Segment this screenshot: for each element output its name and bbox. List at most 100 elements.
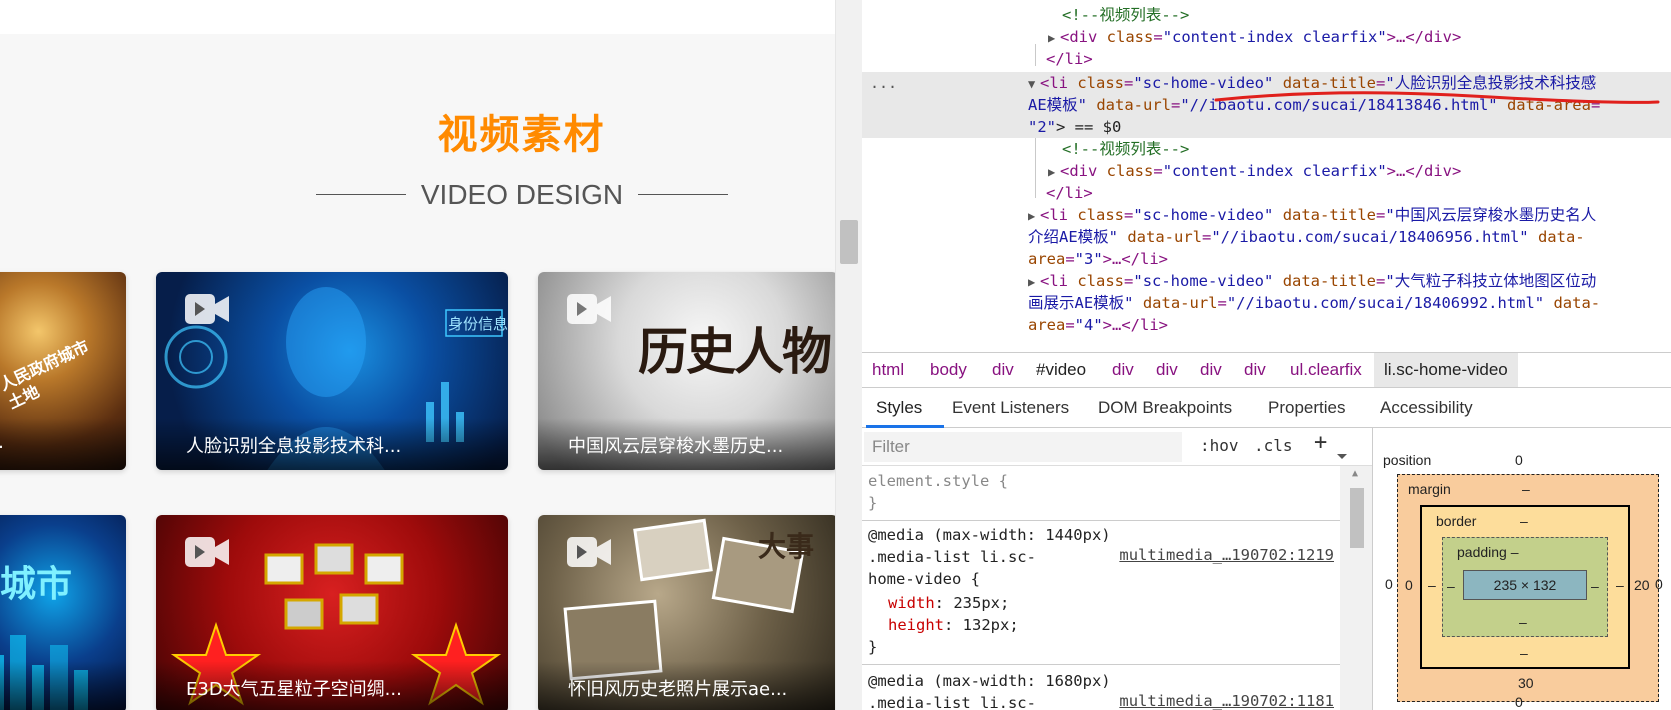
- media-query: @media (max-width: 1680px): [868, 672, 1111, 690]
- video-caption: …: [0, 418, 126, 470]
- video-caption: 中国风云层穿梭水墨历史...: [538, 418, 835, 470]
- breadcrumb-item[interactable]: div: [992, 360, 1014, 380]
- video-play-icon: [185, 537, 229, 567]
- position-bottom-value[interactable]: 0: [1515, 694, 1523, 710]
- margin-right-value[interactable]: 20: [1634, 577, 1650, 593]
- expand-triangle-icon[interactable]: ▶: [1048, 161, 1060, 183]
- page-scrollbar[interactable]: [835, 0, 862, 710]
- video-caption: E3D大气五星粒子空间绸...: [156, 661, 508, 710]
- video-card[interactable]: 城市: [0, 515, 126, 710]
- dom-node-close[interactable]: </li>: [862, 182, 1671, 204]
- position-left-value[interactable]: 0: [1385, 576, 1393, 592]
- video-card[interactable]: 历史人物 中国风云层穿梭水墨历史...: [538, 272, 835, 470]
- border-label: border: [1436, 513, 1477, 529]
- padding-left-value[interactable]: –: [1447, 578, 1455, 594]
- dom-node-li[interactable]: ▶ <li class="sc-home-video" data-title="中…: [862, 204, 1671, 226]
- expand-triangle-icon[interactable]: ▶: [1028, 205, 1040, 227]
- hov-toggle-button[interactable]: :hov: [1200, 436, 1239, 455]
- dom-node-div[interactable]: ▶ <div class="content-index clearfix">…</…: [862, 26, 1671, 48]
- position-right-value[interactable]: 0: [1655, 576, 1663, 592]
- element-style-rule[interactable]: element.style {: [868, 470, 1008, 492]
- content-box[interactable]: 235 × 132: [1463, 570, 1587, 600]
- video-play-icon: [185, 294, 229, 324]
- rule-source-link[interactable]: multimedia_…190702:1219: [1119, 546, 1334, 564]
- position-top-value[interactable]: 0: [1515, 452, 1523, 468]
- section-title: 视频素材: [437, 112, 606, 158]
- rule-separator: [862, 520, 1340, 521]
- css-property-height[interactable]: height: 132px;: [888, 614, 1019, 636]
- breadcrumb-item[interactable]: body: [930, 360, 967, 380]
- breadcrumb-item[interactable]: div: [1112, 360, 1134, 380]
- tab-event-listeners[interactable]: Event Listeners: [952, 398, 1069, 418]
- styles-scrollbar-thumb[interactable]: [1350, 488, 1364, 548]
- tab-properties[interactable]: Properties: [1268, 398, 1345, 418]
- padding-bottom-value[interactable]: –: [1519, 614, 1527, 630]
- video-card[interactable]: E3D大气五星粒子空间绸...: [156, 515, 508, 710]
- margin-left-value[interactable]: 0: [1405, 577, 1413, 593]
- rule-selector[interactable]: home-video {: [868, 568, 980, 590]
- video-caption: 怀旧风历史老照片展示ae...: [538, 661, 835, 710]
- dom-node-li-end[interactable]: area="3">…</li>: [862, 248, 1671, 270]
- scroll-up-arrow-icon[interactable]: ▲: [1352, 468, 1358, 479]
- video-caption: [0, 661, 126, 710]
- video-card[interactable]: 人民政府城市土地 …: [0, 272, 126, 470]
- margin-top-value[interactable]: –: [1522, 481, 1530, 497]
- rule-source-link[interactable]: multimedia_…190702:1181: [1119, 692, 1334, 710]
- dom-node-comment[interactable]: <!--视频列表-->: [862, 138, 1671, 160]
- thumbnail-art-text: 大事: [758, 530, 815, 563]
- video-card[interactable]: 身份信息 人脸识别全息投影技术科...: [156, 272, 508, 470]
- breadcrumb-item[interactable]: div: [1244, 360, 1266, 380]
- padding-box[interactable]: padding – – – – 235 × 132: [1442, 537, 1608, 637]
- breadcrumb-item[interactable]: ul.clearfix: [1290, 360, 1362, 380]
- collapse-triangle-icon[interactable]: ▼: [1028, 73, 1040, 95]
- breadcrumb-item[interactable]: #video: [1036, 360, 1086, 380]
- page-scrollbar-thumb[interactable]: [840, 220, 858, 264]
- dom-node-li-end[interactable]: area="4">…</li>: [862, 314, 1671, 336]
- padding-right-value[interactable]: –: [1591, 578, 1599, 594]
- dom-node-li-cont[interactable]: 画展示AE模板" data-url="//ibaotu.com/sucai/18…: [862, 292, 1671, 314]
- position-label: position: [1383, 452, 1432, 468]
- border-box[interactable]: border – – – – padding – – – – 235 × 132: [1420, 505, 1630, 669]
- css-property-width[interactable]: width: 235px;: [888, 592, 1009, 614]
- devtools-panel: <!--视频列表--> ▶ <div class="content-index c…: [862, 0, 1671, 710]
- styles-filter-input[interactable]: [864, 432, 1182, 462]
- expand-triangle-icon[interactable]: ▶: [1028, 271, 1040, 293]
- thumbnail-art-text: 身份信息: [448, 315, 508, 333]
- annotation-red-line: [1214, 91, 1660, 104]
- video-card[interactable]: 大事 怀旧风历史老照片展示ae...: [538, 515, 835, 710]
- new-rule-menu-icon[interactable]: [1337, 454, 1347, 459]
- rule-selector[interactable]: .media-list li.sc-: [868, 692, 1036, 710]
- dom-node-comment[interactable]: <!--视频列表-->: [862, 4, 1671, 26]
- cls-toggle-button[interactable]: .cls: [1254, 436, 1293, 455]
- more-options-icon[interactable]: ...: [870, 72, 897, 94]
- box-model-diagram: position 0 margin – 0 20 30 border – – –…: [1372, 428, 1671, 710]
- margin-label: margin: [1408, 481, 1451, 497]
- tab-accessibility[interactable]: Accessibility: [1380, 398, 1473, 418]
- styles-scrollbar[interactable]: ▲: [1340, 466, 1372, 710]
- subtitle-line-right: [638, 194, 728, 195]
- dom-node-div[interactable]: ▶ <div class="content-index clearfix">…</…: [862, 160, 1671, 182]
- border-top-value[interactable]: –: [1520, 513, 1528, 529]
- dom-node-close[interactable]: </li>: [862, 48, 1671, 70]
- breadcrumb-item[interactable]: div: [1200, 360, 1222, 380]
- tab-styles[interactable]: Styles: [876, 398, 922, 418]
- padding-label: padding –: [1457, 544, 1519, 560]
- rule-close: }: [868, 494, 878, 512]
- margin-bottom-value[interactable]: 30: [1518, 675, 1534, 691]
- breadcrumb-item[interactable]: div: [1156, 360, 1178, 380]
- video-play-icon: [567, 294, 611, 324]
- rule-selector[interactable]: .media-list li.sc-: [868, 546, 1036, 568]
- expand-triangle-icon[interactable]: ▶: [1048, 27, 1060, 49]
- border-right-value[interactable]: –: [1616, 577, 1624, 593]
- dom-node-selected-li-end[interactable]: "2"> == $0: [862, 116, 1671, 138]
- dom-node-li[interactable]: ▶ <li class="sc-home-video" data-title="大…: [862, 270, 1671, 292]
- new-rule-button[interactable]: +: [1314, 430, 1327, 455]
- border-bottom-value[interactable]: –: [1520, 645, 1528, 661]
- breadcrumb-item-active[interactable]: li.sc-home-video: [1374, 353, 1518, 387]
- media-query: @media (max-width: 1440px): [868, 526, 1111, 544]
- dom-node-li-cont[interactable]: 介绍AE模板" data-url="//ibaotu.com/sucai/184…: [862, 226, 1671, 248]
- breadcrumb-item[interactable]: html: [872, 360, 904, 380]
- margin-box[interactable]: margin – 0 20 30 border – – – – padding …: [1397, 474, 1659, 702]
- border-left-value[interactable]: –: [1428, 577, 1436, 593]
- tab-dom-breakpoints[interactable]: DOM Breakpoints: [1098, 398, 1232, 418]
